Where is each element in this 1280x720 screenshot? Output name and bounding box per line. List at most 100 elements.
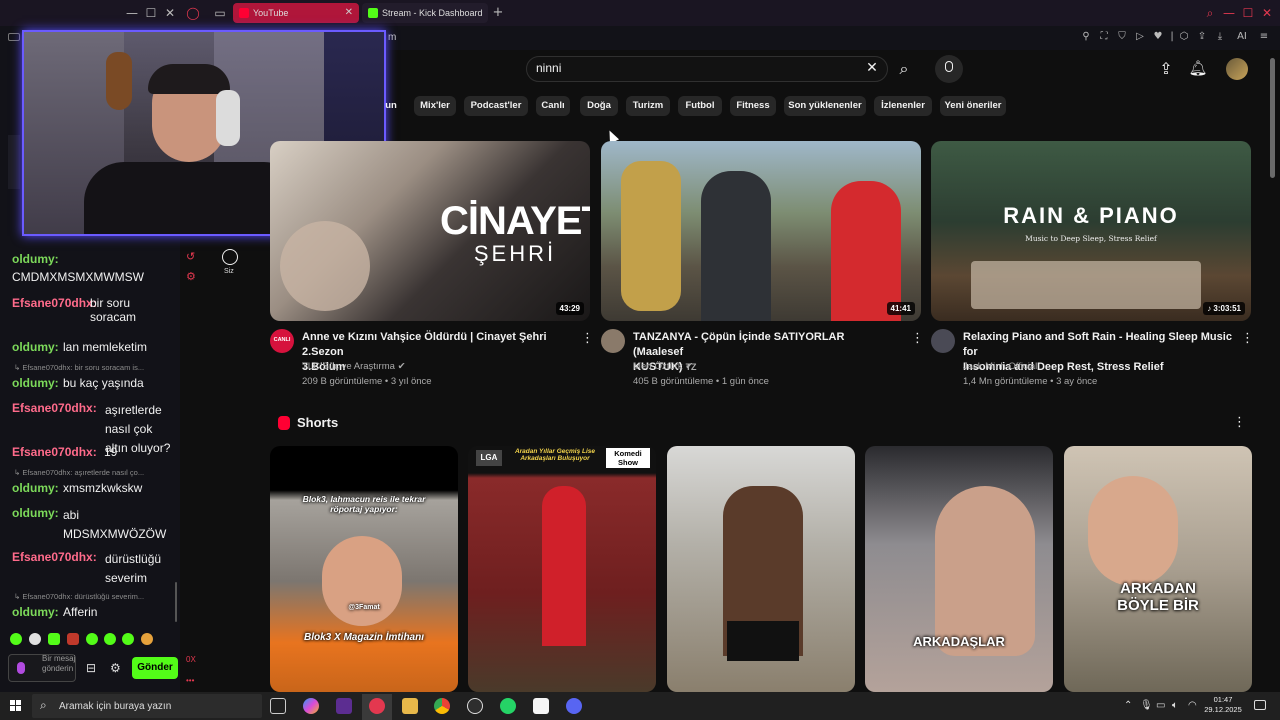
channel-name[interactable]: Mert Öztürk ✔: [633, 361, 693, 372]
new-tab-button[interactable]: +: [490, 5, 506, 21]
emote-icon[interactable]: [29, 633, 41, 645]
emote-icon[interactable]: [48, 633, 60, 645]
short-card[interactable]: Blok3, lahmacun reis ile tekrar röportaj…: [270, 446, 458, 692]
emote-icon[interactable]: [141, 633, 153, 645]
gift-icon[interactable]: ⊟: [86, 661, 96, 675]
tab-snap-icon[interactable]: ▭: [212, 5, 228, 21]
menu-icon[interactable]: ≡: [1258, 31, 1270, 43]
notifications-icon[interactable]: [1254, 700, 1266, 710]
chat-username[interactable]: oldumy:: [12, 481, 59, 495]
short-card[interactable]: [667, 446, 855, 692]
page-scrollbar[interactable]: [1270, 58, 1275, 178]
download-icon[interactable]: ⤓: [1214, 31, 1226, 43]
heart-icon[interactable]: ♥: [1152, 31, 1164, 43]
video-thumbnail[interactable]: CİNAYET ŞEHRİ 43:29: [270, 141, 590, 321]
emote-icon[interactable]: [122, 633, 134, 645]
channel-name[interactable]: TLC Suç ve Araştırma ✔: [302, 361, 406, 372]
wifi-icon[interactable]: ◠: [1188, 700, 1197, 711]
more-dots-icon[interactable]: •••: [186, 676, 194, 685]
steam-icon[interactable]: [467, 698, 483, 714]
minimize-icon[interactable]: —: [1221, 5, 1237, 21]
chat-username[interactable]: oldumy:: [12, 252, 59, 266]
whatsapp-icon[interactable]: [500, 698, 516, 714]
chat-username[interactable]: Efsane070dhx:: [12, 296, 97, 310]
you-icon[interactable]: [222, 249, 238, 265]
close-icon[interactable]: ✕: [162, 5, 178, 21]
tab-kick-dashboard[interactable]: Stream - Kick Dashboard: [362, 3, 488, 23]
windows-start-icon[interactable]: [10, 700, 22, 712]
voice-search-button[interactable]: [935, 55, 963, 83]
panel-toggle-icon[interactable]: [8, 33, 20, 41]
microphone-icon[interactable]: 🎙︎: [1140, 700, 1153, 711]
network-icon[interactable]: ▭: [1156, 700, 1165, 711]
search-query[interactable]: ninni: [536, 61, 561, 75]
chat-username[interactable]: oldumy:: [12, 376, 59, 390]
chrome-icon[interactable]: [434, 698, 450, 714]
chip-watched[interactable]: İzlenenler: [874, 96, 932, 116]
channel-avatar[interactable]: [601, 329, 625, 353]
pin-icon[interactable]: ⚲: [1080, 31, 1092, 43]
chip-mixes[interactable]: Mix'ler: [414, 96, 456, 116]
more-actions-icon[interactable]: ⋮: [911, 331, 924, 346]
emote-icon[interactable]: [86, 633, 98, 645]
aria-ai-icon[interactable]: AI: [1232, 31, 1252, 43]
close-tab-icon[interactable]: ✕: [345, 3, 353, 23]
chip-new-to-you[interactable]: Yeni öneriler: [940, 96, 1006, 116]
search-input[interactable]: [526, 56, 888, 82]
clear-search-icon[interactable]: ✕: [864, 60, 880, 76]
more-actions-icon[interactable]: ⋮: [581, 331, 594, 346]
chat-username[interactable]: oldumy:: [12, 340, 59, 354]
screenshot-icon[interactable]: ⛶: [1098, 31, 1110, 43]
microphone-icon[interactable]: [17, 662, 25, 674]
channel-name[interactable]: Jack Minh Official: [963, 361, 1037, 372]
discord-icon[interactable]: [566, 698, 582, 714]
chip-recently-uploaded[interactable]: Son yüklenenler: [784, 96, 866, 116]
chip-live[interactable]: Canlı: [536, 96, 570, 116]
shield-icon[interactable]: ⛉: [1116, 31, 1128, 43]
history-icon[interactable]: ↺: [186, 250, 195, 263]
chip-tourism[interactable]: Turizm: [626, 96, 670, 116]
chip-football[interactable]: Futbol: [678, 96, 722, 116]
sidebar-item-you[interactable]: Siz: [224, 268, 234, 275]
short-card[interactable]: ARKADAN BÖYLE BİR: [1064, 446, 1252, 692]
video-thumbnail[interactable]: 41:41: [601, 141, 921, 321]
channel-avatar[interactable]: CANLI: [270, 329, 294, 353]
more-actions-icon[interactable]: ⋮: [1241, 331, 1254, 346]
emote-icon[interactable]: [104, 633, 116, 645]
app-icon[interactable]: [336, 698, 352, 714]
maximize-icon[interactable]: ☐: [1240, 5, 1256, 21]
emote-icon[interactable]: [10, 633, 22, 645]
notepad-icon[interactable]: [533, 698, 549, 714]
share-icon[interactable]: ⇪: [1196, 31, 1208, 43]
emote-icon[interactable]: [67, 633, 79, 645]
volume-icon[interactable]: 🔈︎: [1172, 700, 1178, 711]
shorts-more-icon[interactable]: ⋮: [1233, 415, 1246, 430]
url-fragment[interactable]: m: [388, 32, 396, 43]
video-thumbnail[interactable]: RAIN & PIANO Music to Deep Sleep, Stress…: [931, 141, 1251, 321]
chip-fitness[interactable]: Fitness: [730, 96, 776, 116]
chip-podcasts[interactable]: Podcast'ler: [464, 96, 528, 116]
chat-username[interactable]: oldumy:: [12, 506, 59, 520]
send-button[interactable]: Gönder: [132, 657, 178, 679]
maximize-icon[interactable]: ☐: [143, 5, 159, 21]
copilot-icon[interactable]: [303, 698, 319, 714]
close-icon[interactable]: ✕: [1259, 5, 1275, 21]
extensions-icon[interactable]: ⬡: [1178, 31, 1190, 43]
notifications-bell-icon[interactable]: 🔔︎: [1188, 59, 1208, 77]
settings-gear-icon[interactable]: ⚙: [186, 270, 196, 283]
taskbar-search-input[interactable]: ⌕ Aramak için buraya yazın: [32, 694, 262, 718]
tab-youtube[interactable]: YouTube ✕: [233, 3, 359, 23]
opera-logo-icon[interactable]: ◯: [185, 5, 201, 21]
search-icon[interactable]: ⌕: [894, 59, 914, 79]
settings-gear-icon[interactable]: ⚙: [110, 661, 121, 675]
chat-username[interactable]: oldumy:: [12, 605, 59, 619]
taskbar-clock[interactable]: 01:47 29.12.2025: [1200, 695, 1246, 715]
show-hidden-icons-chevron-icon[interactable]: ⌃: [1124, 700, 1132, 711]
short-card[interactable]: LGA Aradan Yıllar Geçmiş Lise Arkadaşlar…: [468, 446, 656, 692]
search-tabs-icon[interactable]: ⌕: [1202, 5, 1218, 21]
chat-input[interactable]: Bir mesaj gönderin: [8, 654, 76, 682]
chip-partial[interactable]: un: [380, 96, 402, 116]
task-view-icon[interactable]: [270, 698, 286, 714]
short-card[interactable]: ARKADAŞLAR: [865, 446, 1053, 692]
chat-username[interactable]: Efsane070dhx:: [12, 550, 97, 564]
